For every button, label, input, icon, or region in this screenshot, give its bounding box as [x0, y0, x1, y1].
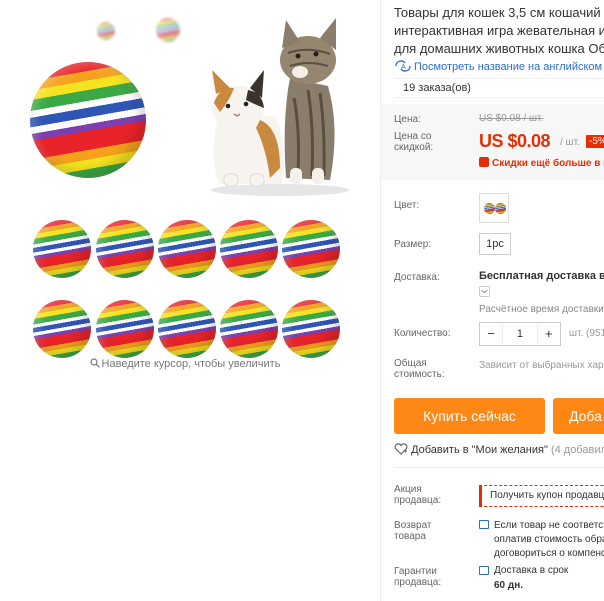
title-line: для домашних животных кошка Об: [394, 41, 604, 56]
size-option[interactable]: 1pc: [479, 233, 511, 255]
buy-now-button[interactable]: Купить сейчас: [394, 398, 545, 434]
orders-count: 19 заказа(ов): [394, 78, 604, 98]
label-line: продавца:: [394, 577, 442, 588]
return-label: Возврат товара: [394, 520, 432, 542]
guarantee-days: 60 дн.: [494, 580, 524, 591]
product-info-panel: Товары для кошек 3,5 см кошачий и интера…: [380, 0, 604, 601]
translate-icon: A: [395, 60, 411, 72]
product-gallery[interactable]: Наведите курсор, чтобы увеличить: [0, 0, 380, 601]
text-line: оплатив стоимость обрат: [494, 534, 604, 545]
translate-link-text[interactable]: Посмотреть название на английском: [414, 61, 602, 73]
qty-input[interactable]: 1: [502, 323, 538, 345]
ball-image: [97, 22, 115, 40]
translate-link[interactable]: A Посмотреть название на английском: [394, 60, 602, 73]
discount-price-label: Цена со скидкой:: [394, 131, 433, 153]
wishlist-count: (4 добавили: [550, 444, 604, 456]
wishlist-text[interactable]: Добавить в "Мои желания": [411, 444, 548, 456]
app-promo[interactable]: Скидки ещё больше в при: [479, 157, 604, 169]
label-line: скидкой:: [394, 142, 434, 153]
delivery-guarantee-icon: [479, 566, 489, 575]
qty-minus-button[interactable]: −: [480, 323, 502, 345]
return-policy-text: Если товар не соответств оплатив стоимос…: [494, 519, 604, 561]
shipping-time: Расчётное время доставки: 3: [479, 304, 604, 315]
total-value: Зависит от выбранных харак: [479, 360, 604, 371]
label-line: стоимость:: [394, 369, 445, 380]
app-promo-text[interactable]: Скидки ещё больше в при: [492, 158, 604, 169]
seller-coupon-button[interactable]: Получить купон продавца: [479, 485, 604, 507]
qty-plus-button[interactable]: +: [538, 323, 560, 345]
label-line: Гарантии: [394, 566, 437, 577]
price-unit: / шт.: [560, 137, 580, 148]
ball-image: [96, 300, 154, 358]
guarantee-text: Доставка в срок: [494, 565, 569, 576]
label-line: товара: [394, 531, 426, 542]
divider: [394, 467, 604, 468]
ball-image: [156, 18, 180, 42]
label-line: Общая: [394, 358, 427, 369]
zoom-hint: Наведите курсор, чтобы увеличить: [0, 358, 370, 370]
label-line: Цена со: [394, 131, 432, 142]
shipping-dropdown[interactable]: [479, 286, 490, 297]
total-label: Общая стоимость:: [394, 358, 445, 380]
label-line: Акция: [394, 484, 422, 495]
label-line: продавца:: [394, 495, 442, 506]
seller-promo-label: Акция продавца:: [394, 484, 441, 506]
title-line: интерактивная игра жевательная и: [394, 23, 604, 38]
discount-badge: -5%: [586, 135, 604, 148]
text-line: договориться о компенса: [494, 548, 604, 559]
app-icon: [479, 157, 489, 167]
ball-image: [220, 300, 278, 358]
magnifier-icon: [89, 358, 100, 368]
ball-image: [158, 300, 216, 358]
ball-image: [282, 300, 340, 358]
ball-image: [33, 300, 91, 358]
text-line: Если товар не соответств: [494, 520, 604, 531]
old-price: US $0.08 / шт.: [479, 113, 544, 124]
return-icon: [479, 520, 489, 529]
ball-image: [484, 203, 495, 214]
ball-image: [96, 220, 154, 278]
heart-icon: [394, 443, 408, 455]
svg-text:A: A: [401, 64, 406, 71]
guarantee-label: Гарантии продавца:: [394, 566, 441, 588]
size-label: Размер:: [394, 239, 432, 250]
sale-price: US $0.08: [479, 131, 551, 151]
shipping-label: Доставка:: [394, 272, 440, 283]
chevron-down-icon: [481, 289, 488, 294]
ball-image: [33, 220, 91, 278]
label-line: Возврат: [394, 520, 432, 531]
ball-image: [495, 203, 506, 214]
title-line: Товары для кошек 3,5 см кошачий и: [394, 5, 604, 20]
ball-image: [30, 62, 146, 178]
zoom-hint-text: Наведите курсор, чтобы увеличить: [101, 358, 281, 370]
wishlist-link[interactable]: Добавить в "Мои желания" (4 добавили: [394, 443, 604, 456]
product-title: Товары для кошек 3,5 см кошачий и интера…: [394, 4, 604, 58]
shipping-value[interactable]: Бесплатная доставка в Rus: [479, 270, 604, 282]
ball-image: [220, 220, 278, 278]
ball-image: [282, 220, 340, 278]
add-to-cart-button[interactable]: Доба: [553, 398, 604, 434]
ball-image: [158, 220, 216, 278]
quantity-stepper[interactable]: − 1 +: [479, 322, 561, 346]
color-option[interactable]: [479, 193, 509, 223]
quantity-label: Количество:: [394, 328, 451, 339]
qty-available: шт. (951 ш: [569, 328, 604, 339]
color-label: Цвет:: [394, 200, 420, 211]
price-label: Цена:: [394, 114, 421, 125]
kittens-image: [210, 18, 350, 196]
